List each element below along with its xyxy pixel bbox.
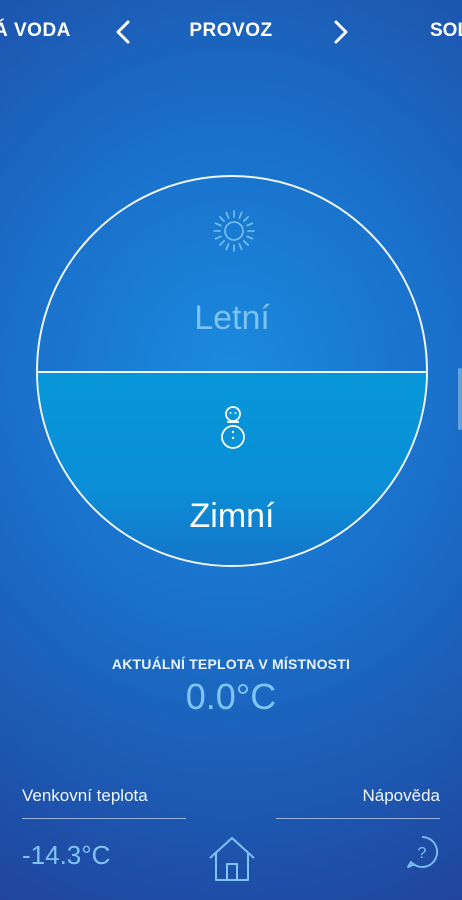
- sun-icon: [213, 210, 255, 252]
- page-title: PROVOZ: [189, 20, 273, 41]
- summer-mode-label: Letní: [194, 299, 270, 337]
- outdoor-temperature-value: -14.3°C: [22, 840, 111, 870]
- next-section-label[interactable]: SOL: [430, 20, 462, 42]
- snowman-icon: [221, 406, 245, 449]
- side-drawer-handle[interactable]: [458, 368, 462, 430]
- outdoor-temperature-label: Venkovní teplota: [22, 786, 148, 805]
- summer-mode-option[interactable]: Letní: [38, 177, 426, 371]
- winter-mode-option[interactable]: Zimní: [38, 371, 426, 565]
- room-temperature-value: 0.0°C: [185, 676, 277, 717]
- help-bubble-icon[interactable]: ?: [404, 834, 440, 870]
- chevron-right-icon[interactable]: [326, 18, 354, 46]
- help-link[interactable]: Nápověda: [362, 786, 440, 806]
- divider: [276, 818, 440, 819]
- home-icon[interactable]: [207, 834, 257, 884]
- svg-text:?: ?: [418, 845, 427, 862]
- mode-selector: Letní Zimní: [36, 175, 428, 567]
- room-temperature-label: AKTUÁLNÍ TEPLOTA V MÍSTNOSTI: [111, 656, 351, 672]
- top-navigation: Á VODA PROVOZ SOL: [0, 0, 462, 64]
- winter-mode-label: Zimní: [189, 497, 275, 535]
- divider: [22, 818, 186, 819]
